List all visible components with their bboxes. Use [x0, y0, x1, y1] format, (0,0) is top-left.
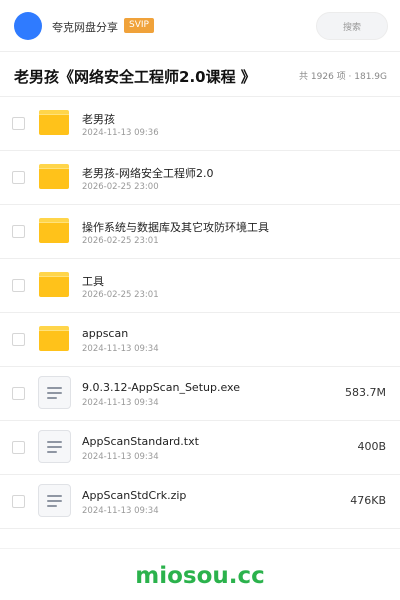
file-icon: [38, 376, 71, 409]
file-count-summary: 共 1926 项 · 181.9G: [299, 72, 387, 82]
file-icon: [38, 484, 71, 517]
folder-row[interactable]: 操作系统与数据库及其它攻防环境工具 2026-02-25 23:01: [0, 205, 400, 259]
item-size: 583.7M: [345, 386, 386, 399]
select-checkbox[interactable]: [12, 117, 25, 130]
folder-icon: [39, 326, 69, 351]
file-icon: [38, 430, 71, 463]
folder-row[interactable]: 老男孩 2024-11-13 09:36: [0, 97, 400, 151]
item-date: 2026-02-25 23:00: [82, 182, 159, 192]
item-size: 400B: [357, 440, 386, 453]
folder-icon: [39, 272, 69, 297]
item-date: 2024-11-13 09:34: [82, 344, 159, 354]
watermark: miosou.cc: [135, 563, 265, 589]
item-name[interactable]: AppScanStandard.txt: [82, 435, 199, 448]
folder-icon: [39, 110, 69, 135]
select-checkbox[interactable]: [12, 279, 25, 292]
item-name[interactable]: AppScanStdCrk.zip: [82, 489, 186, 502]
item-size: 476KB: [350, 494, 386, 507]
file-list: 老男孩 2024-11-13 09:36 老男孩-网络安全工程师2.0 2026-02…: [0, 97, 400, 529]
file-row[interactable]: 9.0.3.12-AppScan_Setup.exe 2024-11-13 09:…: [0, 367, 400, 421]
item-name[interactable]: 老男孩-网络安全工程师2.0: [82, 165, 213, 181]
folder-row[interactable]: 老男孩-网络安全工程师2.0 2026-02-25 23:00: [0, 151, 400, 205]
folder-icon: [39, 164, 69, 189]
folder-icon: [39, 218, 69, 243]
page-title: 老男孩《网络安全工程师2.0课程 》: [14, 68, 256, 86]
item-date: 2024-11-13 09:34: [82, 398, 159, 408]
top-bar: 夸克网盘分享 SVIP 搜索: [0, 0, 400, 52]
item-date: 2026-02-25 23:01: [82, 236, 159, 246]
file-row[interactable]: AppScanStdCrk.zip 2024-11-13 09:34 476KB: [0, 475, 400, 529]
svip-badge: SVIP: [124, 18, 154, 33]
item-date: 2024-11-13 09:34: [82, 506, 159, 516]
item-date: 2026-02-25 23:01: [82, 290, 159, 300]
item-name[interactable]: 9.0.3.12-AppScan_Setup.exe: [82, 381, 240, 394]
brand-title: 夸克网盘分享: [52, 21, 118, 34]
item-date: 2024-11-13 09:36: [82, 128, 159, 138]
select-checkbox[interactable]: [12, 441, 25, 454]
file-row[interactable]: AppScanStandard.txt 2024-11-13 09:34 400B: [0, 421, 400, 475]
item-name[interactable]: 工具: [82, 273, 104, 289]
avatar[interactable]: [14, 12, 42, 40]
folder-row[interactable]: appscan 2024-11-13 09:34: [0, 313, 400, 367]
select-checkbox[interactable]: [12, 171, 25, 184]
select-checkbox[interactable]: [12, 387, 25, 400]
folder-row[interactable]: 工具 2026-02-25 23:01: [0, 259, 400, 313]
item-name[interactable]: appscan: [82, 327, 128, 340]
item-name[interactable]: 操作系统与数据库及其它攻防环境工具: [82, 219, 269, 235]
search-placeholder: 搜索: [342, 23, 361, 33]
item-date: 2024-11-13 09:34: [82, 452, 159, 462]
select-checkbox[interactable]: [12, 225, 25, 238]
item-name[interactable]: 老男孩: [82, 111, 115, 127]
search-button[interactable]: 搜索: [316, 12, 388, 40]
select-checkbox[interactable]: [12, 495, 25, 508]
select-checkbox[interactable]: [12, 333, 25, 346]
footer-divider: [0, 548, 400, 549]
